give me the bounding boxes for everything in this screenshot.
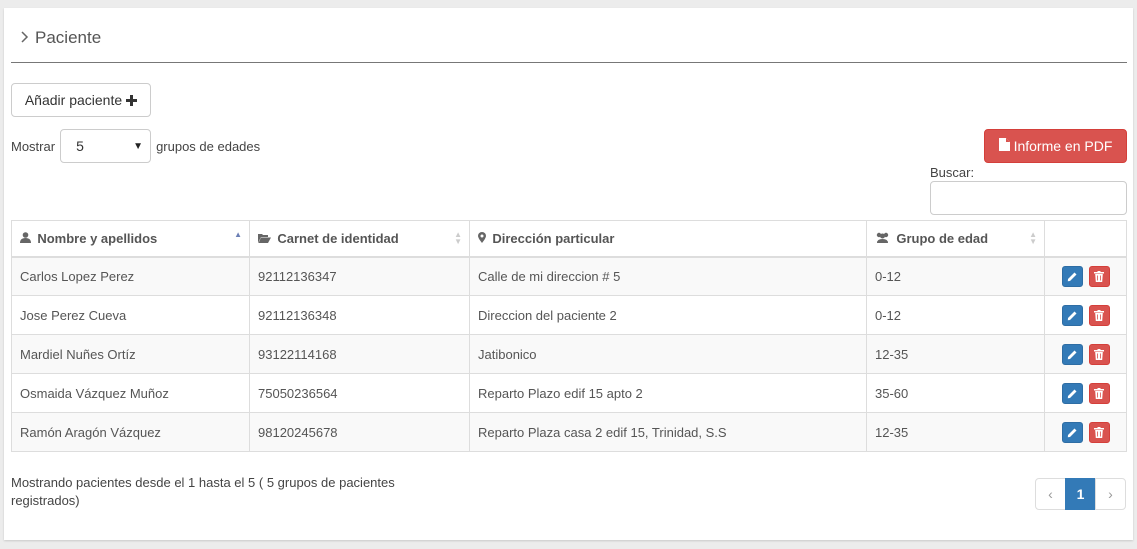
edit-button[interactable] [1061, 382, 1083, 404]
cell-age-group: 0-12 [866, 295, 1045, 335]
table-row: Carlos Lopez Perez 92112136347 Calle de … [11, 256, 1127, 296]
table-info: Mostrando pacientes desde el 1 hasta el … [11, 475, 395, 508]
trash-icon [1094, 348, 1104, 360]
page-length-value: 5 [76, 138, 84, 154]
cell-id: 75050236564 [249, 373, 470, 413]
trash-icon [1094, 309, 1104, 321]
cell-actions [1044, 256, 1127, 296]
sort-both-icon: ▲ ▼ [1029, 230, 1037, 246]
cell-id: 98120245678 [249, 412, 470, 452]
cell-id: 92112136347 [249, 256, 470, 296]
table-header-row: Nombre y apellidos ▲ Carnet de identidad… [11, 220, 1127, 258]
cell-name: Mardiel Nuñes Ortíz [11, 334, 250, 374]
cell-actions [1044, 412, 1127, 452]
caret-down-icon: ▼ [133, 140, 144, 152]
sort-both-icon: ▲ ▼ [454, 230, 462, 246]
cell-name: Jose Perez Cueva [11, 295, 250, 335]
delete-button[interactable] [1088, 265, 1110, 287]
cell-name: Osmaida Vázquez Muñoz [11, 373, 250, 413]
cell-id: 93122114168 [249, 334, 470, 374]
col-header-id-label: Carnet de identidad [277, 230, 399, 246]
cell-actions [1044, 373, 1127, 413]
trash-icon [1094, 387, 1104, 399]
table-row: Ramón Aragón Vázquez 98120245678 Reparto… [11, 412, 1127, 452]
pdf-report-label: Informe en PDF [1013, 138, 1113, 154]
cell-age-group: 0-12 [866, 256, 1045, 296]
delete-button[interactable] [1088, 304, 1110, 326]
add-patient-label: Añadir paciente [24, 92, 123, 108]
cell-name: Ramón Aragón Vázquez [11, 412, 250, 452]
pagination: ‹ 1 › [1035, 478, 1126, 510]
col-header-age-group-label: Grupo de edad [896, 230, 989, 246]
pdf-report-button[interactable]: Informe en PDF [984, 129, 1127, 163]
delete-button[interactable] [1088, 343, 1110, 365]
file-icon [998, 138, 1010, 154]
trash-icon [1094, 270, 1104, 282]
pencil-icon [1067, 389, 1076, 398]
length-suffix: grupos de edades [156, 138, 261, 154]
sort-asc-icon: ▲ [234, 230, 242, 239]
length-prefix: Mostrar [11, 138, 56, 154]
pencil-icon [1067, 350, 1076, 359]
length-control: Mostrar 5 ▼ grupos de edades [11, 129, 260, 163]
cell-age-group: 12-35 [866, 334, 1045, 374]
cell-age-group: 12-35 [866, 412, 1045, 452]
table-row: Jose Perez Cueva 92112136348 Direccion d… [11, 295, 1127, 335]
main-panel: Paciente Añadir paciente Mostrar 5 ▼ gru… [4, 8, 1133, 540]
table-row: Mardiel Nuñes Ortíz 93122114168 Jatiboni… [11, 334, 1127, 374]
cell-id: 92112136348 [249, 295, 470, 335]
col-header-address[interactable]: Dirección particular [469, 220, 867, 258]
col-header-age-group[interactable]: Grupo de edad ▲ ▼ [866, 220, 1045, 258]
pagination-prev[interactable]: ‹ [1035, 478, 1066, 510]
cell-address: Calle de mi direccion # 5 [469, 256, 867, 296]
page-title-text: Paciente [35, 28, 102, 47]
users-icon [875, 232, 893, 246]
page-title: Paciente [20, 28, 101, 48]
pencil-icon [1067, 272, 1076, 281]
plus-icon [126, 92, 138, 109]
cell-actions [1044, 295, 1127, 335]
title-divider [11, 62, 1127, 63]
trash-icon [1094, 426, 1104, 438]
pencil-icon [1067, 428, 1076, 437]
pagination-next[interactable]: › [1095, 478, 1126, 510]
edit-button[interactable] [1061, 304, 1083, 326]
edit-button[interactable] [1061, 265, 1083, 287]
add-patient-button[interactable]: Añadir paciente [11, 83, 151, 117]
cell-address: Reparto Plazo edif 15 apto 2 [469, 373, 867, 413]
col-header-name[interactable]: Nombre y apellidos ▲ [11, 220, 250, 258]
cell-address: Reparto Plaza casa 2 edif 15, Trinidad, … [469, 412, 867, 452]
delete-button[interactable] [1088, 382, 1110, 404]
user-icon [20, 231, 34, 246]
cell-name: Carlos Lopez Perez [11, 256, 250, 296]
cell-address: Jatibonico [469, 334, 867, 374]
map-marker-icon [478, 231, 489, 246]
col-header-actions [1044, 220, 1127, 258]
cell-age-group: 35-60 [866, 373, 1045, 413]
patients-table: Nombre y apellidos ▲ Carnet de identidad… [11, 220, 1127, 452]
search-label: Buscar: [930, 165, 975, 180]
page-length-select[interactable]: 5 ▼ [60, 129, 152, 163]
pagination-page-1[interactable]: 1 [1065, 478, 1096, 510]
pencil-icon [1067, 311, 1076, 320]
col-header-address-label: Dirección particular [492, 230, 615, 246]
col-header-id[interactable]: Carnet de identidad ▲ ▼ [249, 220, 470, 258]
chevron-right-icon [20, 30, 29, 47]
delete-button[interactable] [1088, 421, 1110, 443]
folder-open-icon [258, 232, 274, 246]
search-input[interactable] [930, 181, 1127, 215]
cell-address: Direccion del paciente 2 [469, 295, 867, 335]
table-row: Osmaida Vázquez Muñoz 75050236564 Repart… [11, 373, 1127, 413]
cell-actions [1044, 334, 1127, 374]
edit-button[interactable] [1061, 421, 1083, 443]
edit-button[interactable] [1061, 343, 1083, 365]
col-header-name-label: Nombre y apellidos [37, 230, 158, 246]
